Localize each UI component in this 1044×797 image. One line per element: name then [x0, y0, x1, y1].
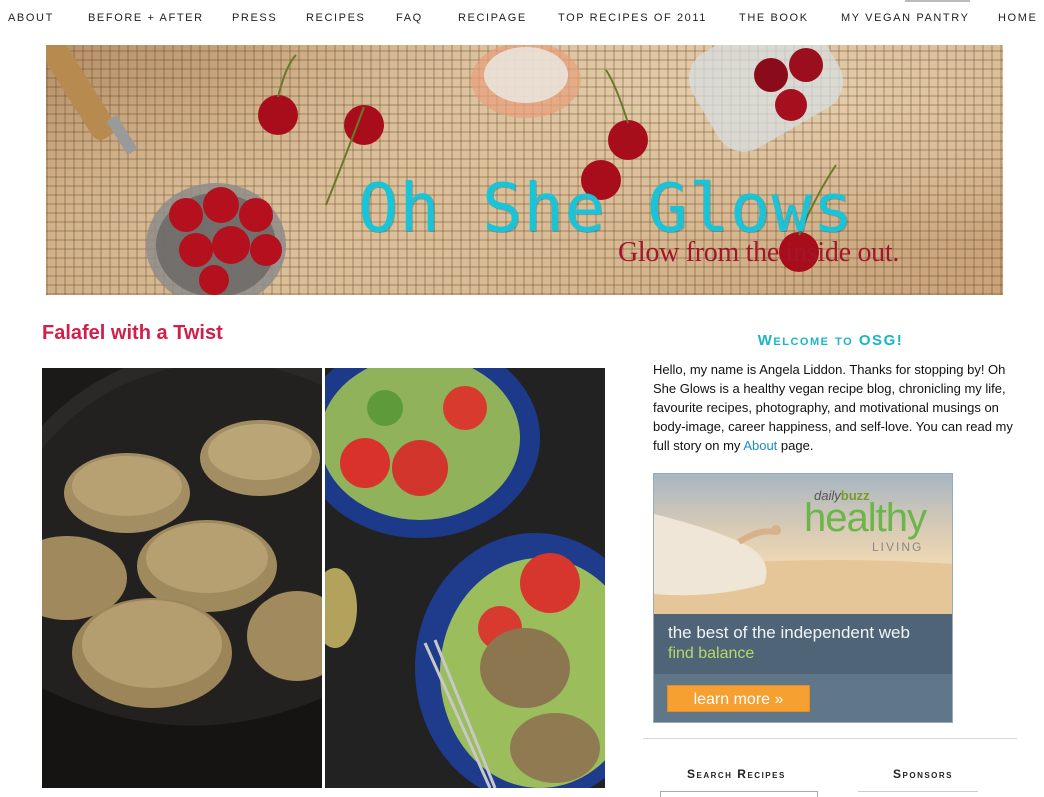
post-image-falafel-salad[interactable]: [325, 368, 605, 788]
nav-recipes[interactable]: Recipes: [306, 12, 366, 24]
nav-home[interactable]: Home: [998, 12, 1037, 24]
nav-top-recipes[interactable]: Top Recipes of 2011: [558, 12, 707, 24]
ad-subheadline: find balance: [668, 645, 755, 662]
sponsors-heading: Sponsors: [893, 767, 954, 781]
glass-jar-left: [471, 45, 581, 118]
falafel-pan-photo: [42, 368, 322, 788]
ad-image: dailybuzz healthy LIVING: [654, 474, 952, 614]
sidebar-divider: [643, 738, 1017, 739]
ad-headline: the best of the independent web: [668, 623, 910, 642]
glass-jar-right: [688, 45, 844, 152]
ad-brand-living: LIVING: [872, 540, 924, 554]
nav-press[interactable]: Press: [232, 12, 277, 24]
nav-about[interactable]: About: [8, 12, 54, 24]
nav-my-vegan-pantry[interactable]: My Vegan Pantry: [841, 12, 970, 24]
strainer-illustration: [46, 45, 286, 295]
intro-text: Hello, my name is Angela Liddon. Thanks …: [653, 362, 1013, 453]
ad-brand-healthy: healthy: [804, 496, 927, 540]
nav-the-book[interactable]: The Book: [739, 12, 809, 24]
nav-recipage[interactable]: Recipage: [458, 12, 527, 24]
post-title[interactable]: Falafel with a Twist: [42, 322, 223, 345]
about-link[interactable]: About: [743, 438, 777, 453]
nav-hover-indicator: [905, 0, 970, 2]
intro-suffix: page.: [777, 438, 814, 453]
header-banner[interactable]: Oh She Glows Glow from the inside out.: [46, 45, 1003, 295]
welcome-heading: Welcome to OSG!: [757, 332, 904, 349]
ad-learn-more-button[interactable]: learn more »: [667, 685, 810, 712]
falafel-salad-photo: [325, 368, 605, 788]
site-tagline: Glow from the inside out.: [618, 237, 900, 268]
nav-before-after[interactable]: Before + After: [88, 12, 204, 24]
dailybuzz-healthy-living-ad[interactable]: dailybuzz healthy LIVING the best of the…: [653, 473, 953, 723]
top-navigation: About Before + After Press Recipes FAQ R…: [0, 0, 1044, 38]
nav-faq[interactable]: FAQ: [396, 12, 423, 24]
sponsors-area: [858, 791, 978, 797]
site-title[interactable]: Oh She Glows: [358, 169, 854, 247]
search-recipes-input[interactable]: [660, 791, 818, 797]
post-image-falafel-pan[interactable]: [42, 368, 322, 788]
search-recipes-heading: Search Recipes: [687, 767, 786, 781]
intro-paragraph: Hello, my name is Angela Liddon. Thanks …: [653, 360, 1013, 455]
